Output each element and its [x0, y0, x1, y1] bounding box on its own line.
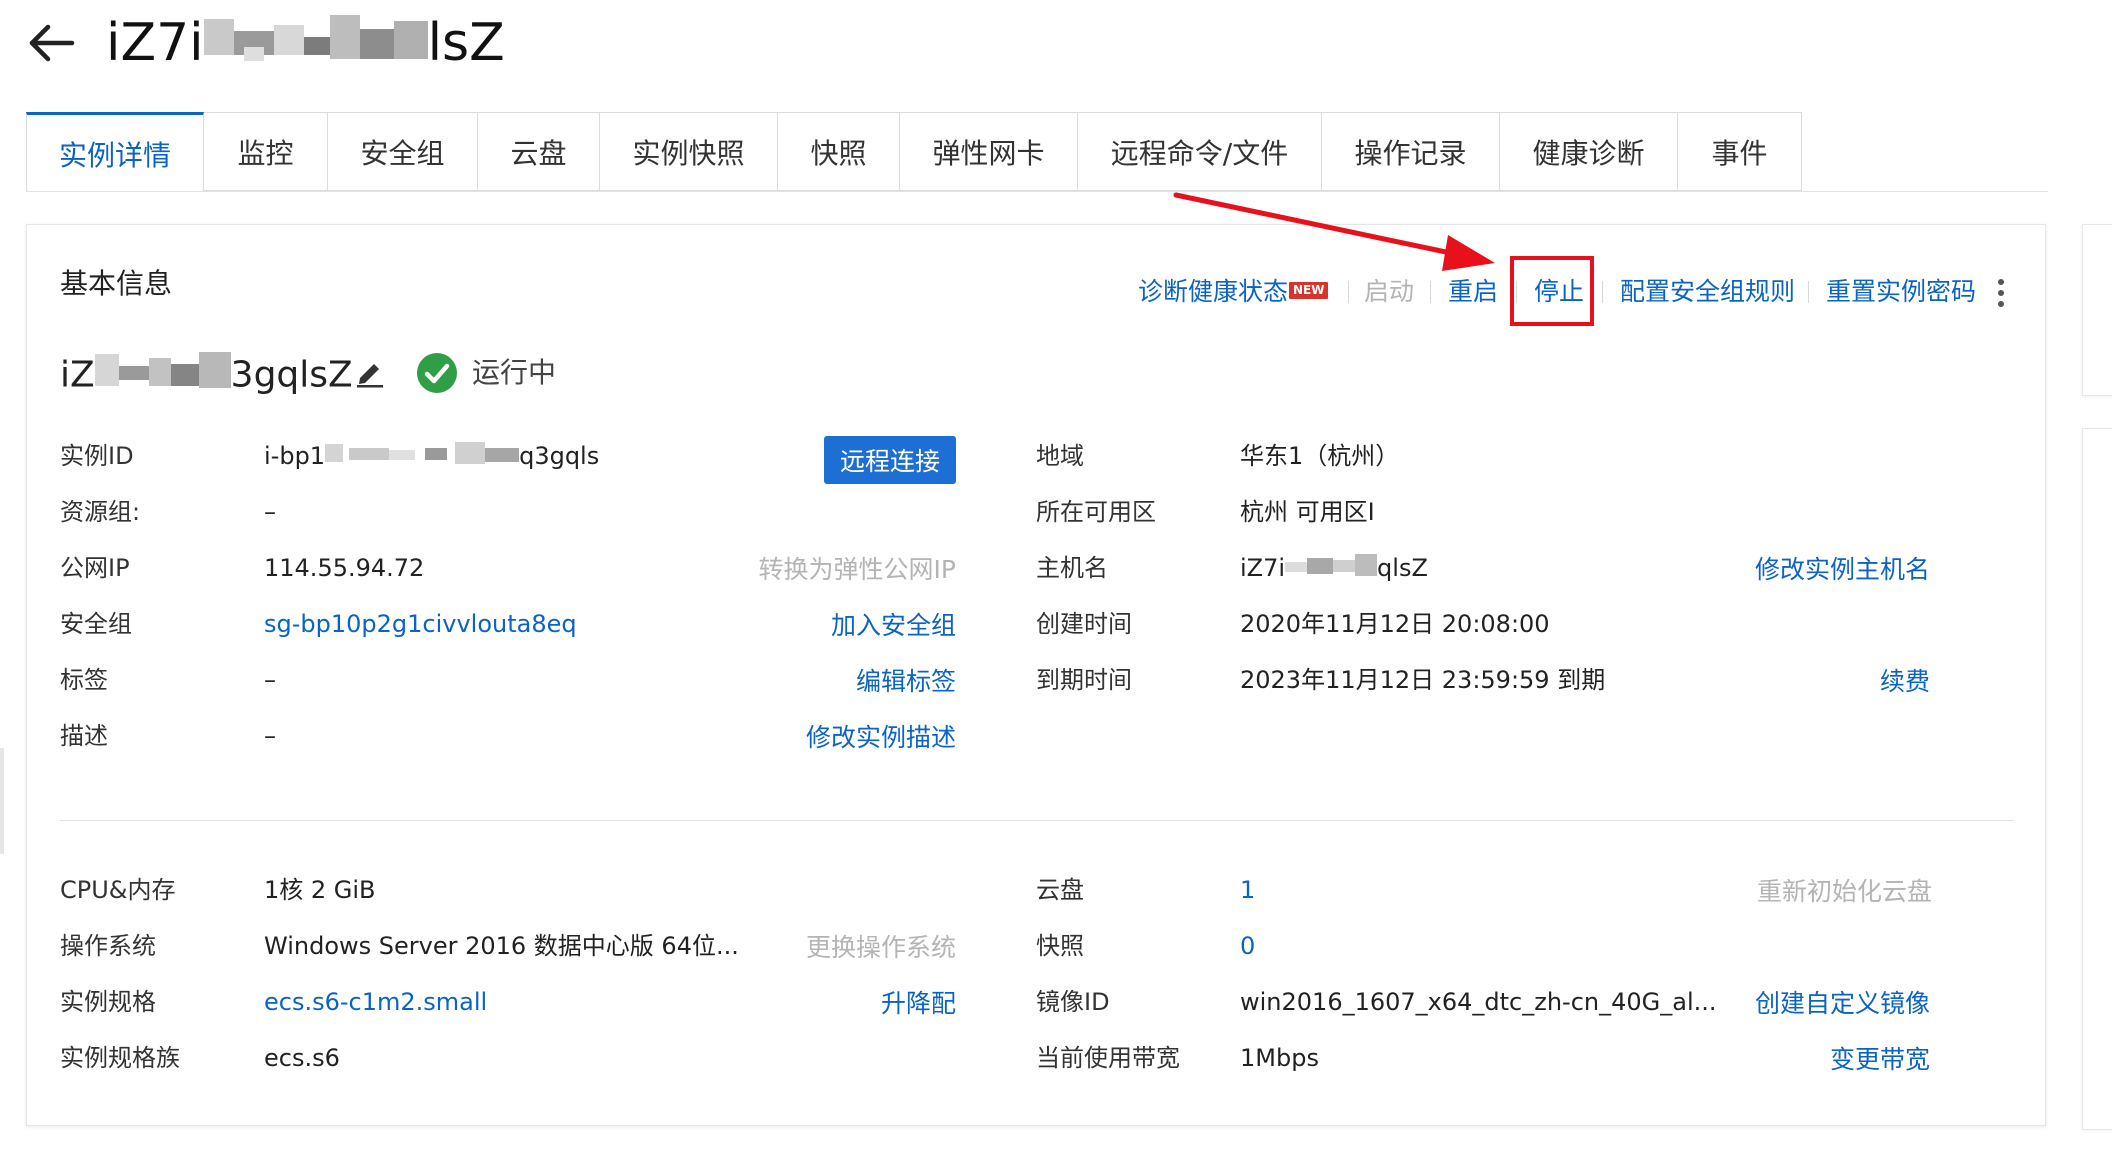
os-label: 操作系统: [60, 932, 156, 960]
change-os-link[interactable]: 更换操作系统: [806, 932, 956, 964]
expire-time-label: 到期时间: [1036, 666, 1132, 694]
instance-id-suffix: q3gqls: [519, 442, 600, 470]
redacted-mosaic: [325, 440, 520, 474]
action-separator: [1602, 281, 1603, 303]
tags-value: –: [264, 666, 276, 694]
spec-family-label: 实例规格族: [60, 1044, 180, 1072]
zone-label: 所在可用区: [1036, 498, 1156, 526]
description-label: 描述: [60, 722, 108, 750]
annotation-arrow-icon: [1173, 192, 1495, 271]
config-sg-rules-link[interactable]: 配置安全组规则: [1620, 276, 1795, 308]
section-divider: [60, 820, 2014, 821]
tab-snapshot[interactable]: 快照: [778, 112, 900, 191]
hostname-label: 主机名: [1036, 554, 1108, 582]
cpu-memory-value: 1核 2 GiB: [264, 876, 376, 904]
public-ip-label: 公网IP: [60, 554, 130, 582]
resource-group-label: 资源组:: [60, 498, 141, 526]
tab-remote-command[interactable]: 远程命令/文件: [1078, 112, 1322, 191]
public-ip-value: 114.55.94.72: [264, 554, 425, 582]
more-vertical-icon[interactable]: [1994, 278, 2008, 308]
page-title: iZ7i lsZ: [106, 8, 505, 83]
instance-name-suffix: 3gqlsZ: [230, 354, 353, 396]
expire-time-value: 2023年11月12日 23:59:59 到期: [1240, 666, 1606, 694]
cloud-disk-count-link[interactable]: 1: [1240, 874, 1255, 906]
bandwidth-label: 当前使用带宽: [1036, 1044, 1180, 1072]
reinit-disk-link[interactable]: 重新初始化云盘: [1757, 876, 1932, 908]
annotation-highlight-box: [1510, 256, 1594, 326]
security-group-label: 安全组: [60, 610, 132, 638]
tags-label: 标签: [60, 666, 108, 694]
region-label: 地域: [1036, 442, 1084, 470]
renew-link[interactable]: 续费: [1880, 666, 1930, 698]
tab-instance-details[interactable]: 实例详情: [26, 112, 204, 192]
snapshot-label: 快照: [1036, 932, 1084, 960]
instance-id-label: 实例ID: [60, 442, 134, 470]
cloud-disk-label: 云盘: [1036, 876, 1084, 904]
bandwidth-value: 1Mbps: [1240, 1044, 1319, 1072]
upgrade-downgrade-link[interactable]: 升降配: [881, 988, 956, 1020]
tab-operation-log[interactable]: 操作记录: [1322, 112, 1500, 191]
running-check-icon: [417, 353, 457, 393]
side-panel-edge: [2082, 224, 2112, 396]
hostname-suffix: qlsZ: [1377, 554, 1428, 582]
image-id-label: 镜像ID: [1036, 988, 1110, 1016]
edit-tags-link[interactable]: 编辑标签: [856, 666, 956, 698]
instance-name: iZ 3gqlsZ: [60, 348, 353, 405]
created-time-value: 2020年11月12日 20:08:00: [1240, 610, 1550, 638]
region-value: 华东1（杭州）: [1240, 442, 1400, 470]
description-value: –: [264, 722, 276, 750]
create-custom-image-link[interactable]: 创建自定义镜像: [1755, 988, 1930, 1020]
hostname-value: iZ7i qlsZ: [1240, 552, 1428, 586]
redacted-mosaic: [1285, 552, 1378, 586]
snapshot-count-link[interactable]: 0: [1240, 930, 1255, 962]
instance-spec-link[interactable]: ecs.s6-c1m2.small: [264, 986, 487, 1018]
instance-id-prefix: i-bp1: [264, 442, 326, 470]
page-title-suffix: lsZ: [427, 13, 505, 73]
instance-id-value: i-bp1 q3gqls: [264, 440, 599, 474]
tab-instance-snapshot[interactable]: 实例快照: [600, 112, 778, 191]
page-title-prefix: iZ7i: [106, 13, 204, 73]
change-bandwidth-link[interactable]: 变更带宽: [1830, 1044, 1930, 1076]
hostname-prefix: iZ7i: [1240, 554, 1286, 582]
zone-value: 杭州 可用区I: [1240, 498, 1375, 526]
redacted-mosaic: [94, 348, 231, 405]
created-time-label: 创建时间: [1036, 610, 1132, 638]
instance-spec-label: 实例规格: [60, 988, 156, 1016]
remote-connect-button[interactable]: 远程连接: [824, 436, 956, 484]
section-title: 基本信息: [60, 267, 173, 300]
tab-health-diagnosis[interactable]: 健康诊断: [1500, 112, 1678, 191]
edit-pencil-icon[interactable]: [354, 356, 386, 388]
side-panel-edge: [2082, 428, 2112, 1130]
tab-elastic-nic[interactable]: 弹性网卡: [900, 112, 1078, 191]
tab-monitoring[interactable]: 监控: [204, 112, 328, 191]
security-group-link[interactable]: sg-bp10p2g1civvlouta8eq: [264, 608, 577, 640]
reset-password-link[interactable]: 重置实例密码: [1826, 276, 1976, 308]
status-text: 运行中: [472, 356, 557, 389]
edit-description-link[interactable]: 修改实例描述: [806, 722, 956, 754]
tab-security-group[interactable]: 安全组: [328, 112, 478, 191]
tab-events[interactable]: 事件: [1678, 112, 1802, 191]
join-security-group-link[interactable]: 加入安全组: [831, 610, 956, 642]
image-id-value: win2016_1607_x64_dtc_zh-cn_40G_al...: [1240, 988, 1717, 1016]
left-handle: [0, 748, 4, 854]
resource-group-value: –: [264, 498, 276, 526]
tab-cloud-disk[interactable]: 云盘: [478, 112, 600, 191]
action-separator: [1808, 281, 1809, 303]
convert-eip-link[interactable]: 转换为弹性公网IP: [759, 554, 956, 586]
os-value: Windows Server 2016 数据中心版 64位...: [264, 932, 739, 960]
redacted-mosaic: [203, 9, 428, 83]
edit-hostname-link[interactable]: 修改实例主机名: [1755, 554, 1930, 586]
cpu-memory-label: CPU&内存: [60, 876, 176, 904]
instance-name-prefix: iZ: [60, 354, 95, 396]
spec-family-value: ecs.s6: [264, 1044, 340, 1072]
back-arrow-icon[interactable]: [26, 18, 76, 68]
tab-divider: [26, 191, 2048, 192]
